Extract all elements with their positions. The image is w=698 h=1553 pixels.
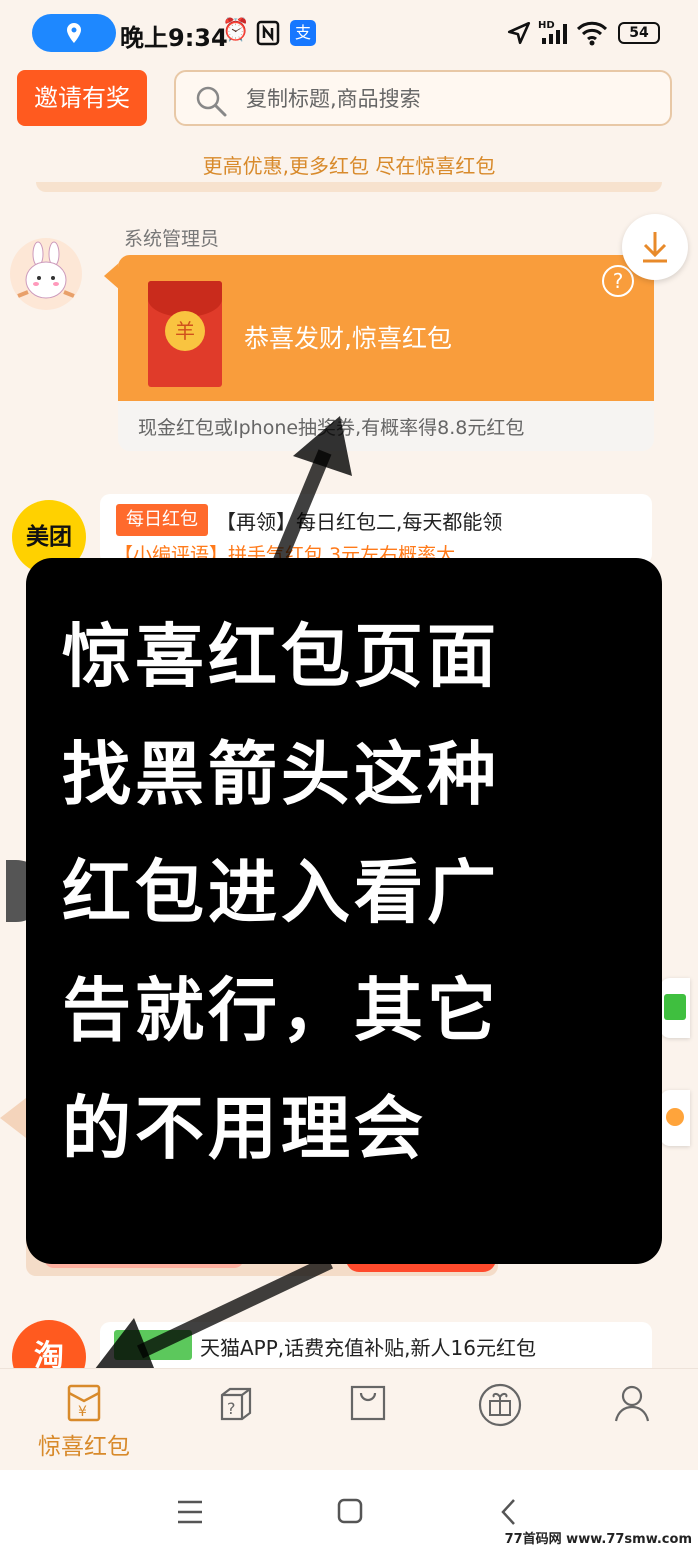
red-envelope-icon: ¥ [67,1384,101,1422]
red-packet-banner: 羊 恭喜发财,惊喜红包 ? [118,255,654,401]
search-box[interactable] [174,70,672,126]
status-bar: 晚上9:34 ⏰ 支 HD 54 [0,0,698,64]
tab-surprise-red-packet[interactable]: ¥ 惊喜红包 [24,1383,144,1463]
mystery-box-icon: ? [220,1387,252,1421]
instruction-overlay: 惊喜红包页面 找黑箭头这种 红包进入看广 告就行，其它 的不用理会 [26,558,662,1264]
back-icon[interactable] [490,1494,530,1530]
tagline: 更高优惠,更多红包 尽在惊喜红包 [202,154,496,178]
bubble-tail [0,1098,26,1138]
alarm-icon: ⏰ [222,18,250,43]
instruction-line: 找黑箭头这种 [62,735,500,815]
list-item[interactable]: 每日红包 【再领】每日红包二,每天都能领 【小编评语】拼手气红包,3元左右概率大 [100,494,652,564]
invite-reward-button[interactable]: 邀请有奖 [17,70,147,126]
red-envelope-icon: 羊 [148,281,222,387]
gift-icon [478,1383,522,1427]
watermark: 77首码网 www.77smw.com [504,1532,692,1547]
tab-profile[interactable] [572,1383,692,1463]
home-icon[interactable] [330,1494,370,1530]
profile-icon [614,1385,650,1422]
instruction-line: 惊喜红包页面 [62,617,500,697]
instruction-text: 惊喜红包页面 找黑箭头这种 红包进入看广 告就行，其它 的不用理会 [62,598,642,1188]
list-item-title: 【再领】每日红包二,每天都能领 [216,510,503,534]
svg-text:?: ? [227,1399,236,1418]
instruction-line: 红包进入看广 [62,853,500,933]
system-nav-bar: 77首码网 www.77smw.com [0,1470,698,1553]
battery-icon: 54 [618,22,660,44]
rabbit-avatar-icon [17,241,75,299]
help-icon[interactable]: ? [602,265,634,297]
menu-icon[interactable] [170,1494,210,1530]
shopping-bag-icon [350,1385,386,1421]
search-input[interactable] [246,82,646,116]
clock: 晚上9:34 [120,24,228,52]
tab-label: 惊喜红包 [38,1434,130,1460]
alipay-icon: 支 [290,20,316,46]
tab-mystery-box[interactable]: ? [176,1383,296,1463]
svg-text:HD: HD [538,20,555,31]
download-button[interactable] [622,214,688,280]
hd-signal-icon: HD [538,20,567,44]
instruction-line: 的不用理会 [62,1089,427,1169]
location-icon [67,23,81,43]
search-icon [196,86,227,117]
svg-text:¥: ¥ [78,1404,87,1420]
daily-red-packet-badge: 每日红包 [116,504,208,536]
red-packet-title: 恭喜发财,惊喜红包 [244,324,452,353]
banner-divider [36,182,662,192]
red-packet-description: 现金红包或Iphone抽奖券,有概率得8.8元红包 [138,417,525,439]
side-float-button[interactable] [660,978,690,1038]
admin-avatar[interactable] [10,238,82,310]
navigation-icon [507,21,531,45]
coin-icon: 羊 [165,311,205,351]
sender-name: 系统管理员 [124,228,220,250]
side-float-button[interactable] [660,1090,690,1146]
instruction-line: 告就行，其它 [62,971,500,1051]
wifi-icon [576,21,608,46]
location-pill[interactable] [32,14,116,52]
tmall-badge [114,1330,192,1360]
bottom-tab-bar: ¥ 惊喜红包 ? [0,1368,698,1470]
nfc-icon [256,20,280,46]
tab-gift[interactable] [440,1383,560,1463]
list-item-title: 天猫APP,话费充值补贴,新人16元红包 [200,1336,536,1360]
red-packet-message[interactable]: 羊 恭喜发财,惊喜红包 ? 现金红包或Iphone抽奖券,有概率得8.8元红包 [118,255,654,451]
download-icon [643,232,667,263]
tab-shop[interactable] [308,1383,428,1463]
